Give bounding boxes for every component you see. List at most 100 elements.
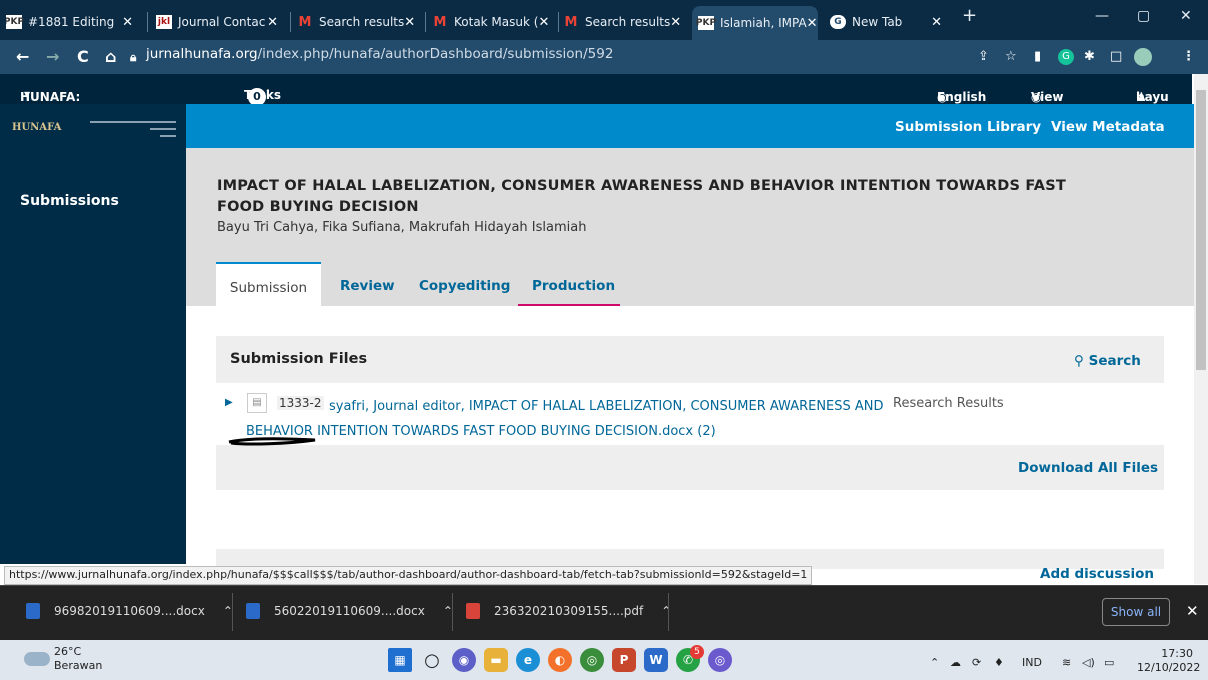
time: 17:30: [1161, 647, 1193, 660]
view-metadata-button[interactable]: View Metadata: [1051, 119, 1165, 135]
powerpoint-icon[interactable]: P: [612, 648, 636, 672]
gmail-icon: M: [298, 14, 312, 30]
browser-tab-label: Kotak Masuk (: [454, 15, 539, 29]
panel-title: Submission Files: [230, 351, 368, 367]
scrollbar-thumb[interactable]: [1196, 90, 1206, 370]
download-item-3[interactable]: 236320210309155....pdf ⌃: [466, 603, 671, 619]
redaction-scribble: [228, 437, 316, 446]
windows-start-icon[interactable]: ▦: [388, 648, 412, 672]
sync-icon[interactable]: ⟳: [972, 656, 981, 669]
browser-tab-label: Journal Contac: [178, 15, 266, 29]
browser-tab-2[interactable]: jkl Journal Contac ✕: [156, 7, 286, 37]
browser-tab-label: Search results: [319, 15, 405, 29]
download-item-2[interactable]: 56022019110609....docx ⌃: [246, 603, 453, 619]
username: bayu: [1136, 90, 1169, 104]
word-icon[interactable]: W: [644, 648, 668, 672]
chevron-up-icon[interactable]: ⌃: [661, 604, 671, 618]
security-icon[interactable]: ♦: [994, 656, 1004, 669]
journal-favicon-icon: jkl: [156, 15, 172, 29]
tab-copyediting[interactable]: Copyediting: [419, 262, 510, 306]
reload-icon[interactable]: C: [77, 47, 89, 66]
profile-avatar-icon[interactable]: [1134, 48, 1152, 66]
file-explorer-icon[interactable]: ▬: [484, 648, 508, 672]
battery-icon[interactable]: ▭: [1104, 656, 1114, 669]
search-icon[interactable]: ○: [420, 648, 444, 672]
edge-browser-icon[interactable]: e: [516, 648, 540, 672]
back-icon[interactable]: ←: [16, 47, 29, 66]
teams-chat-icon[interactable]: ◉: [452, 648, 476, 672]
forward-icon[interactable]: →: [46, 47, 59, 66]
file-id: 1333-2: [277, 396, 324, 410]
file-link[interactable]: syafri, Journal editor, IMPACT OF HALAL …: [246, 394, 886, 444]
logo-tagline-line: [160, 135, 176, 137]
browser-tab-3[interactable]: M Search results ✕: [297, 7, 422, 37]
close-icon[interactable]: ✕: [931, 15, 942, 30]
onedrive-icon[interactable]: ☁: [950, 656, 961, 669]
chrome-newtab-icon: G: [830, 15, 846, 29]
browser-tab-1[interactable]: PKP #1881 Editing ✕: [6, 7, 141, 37]
submission-library-button[interactable]: Submission Library: [895, 119, 1041, 135]
grammarly-extension-icon[interactable]: G: [1058, 49, 1074, 65]
close-icon[interactable]: ✕: [538, 15, 549, 30]
lock-icon[interactable]: 🔒︎: [130, 50, 136, 65]
close-icon[interactable]: ✕: [807, 16, 818, 31]
browser-tab-label: #1881 Editing: [28, 15, 115, 29]
weather-widget[interactable]: 26°C Berawan: [54, 645, 102, 673]
chrome-icon[interactable]: ◎: [580, 648, 604, 672]
url-domain: jurnalhunafa.org: [146, 46, 258, 62]
gmail-icon: M: [433, 14, 447, 30]
browser-tab-4[interactable]: M Kotak Masuk ( ✕: [432, 7, 554, 37]
side-panel-icon[interactable]: □: [1110, 49, 1122, 64]
weather-condition: Berawan: [54, 659, 103, 672]
expand-caret-icon[interactable]: ▶: [225, 397, 233, 408]
system-clock[interactable]: 17:30 12/10/2022: [1137, 647, 1200, 675]
close-icon[interactable]: ✕: [267, 15, 278, 30]
download-all-files-button[interactable]: Download All Files: [1018, 460, 1158, 476]
home-icon[interactable]: ⌂: [105, 47, 116, 66]
add-discussion-button[interactable]: Add discussion: [1040, 566, 1154, 582]
close-icon[interactable]: ✕: [670, 15, 681, 30]
show-all-downloads-button[interactable]: Show all: [1102, 598, 1170, 626]
minimize-icon[interactable]: —: [1095, 8, 1109, 24]
input-language[interactable]: IND: [1022, 656, 1042, 669]
close-downloads-icon[interactable]: ✕: [1186, 602, 1199, 620]
firefox-icon[interactable]: ◐: [548, 648, 572, 672]
browser-tab-7[interactable]: G New Tab ✕: [830, 7, 950, 37]
search-button[interactable]: ⚲ Search: [1074, 353, 1141, 369]
tab-submission[interactable]: Submission: [216, 262, 321, 306]
window-close-icon[interactable]: ✕: [1180, 8, 1192, 24]
new-tab-plus-icon[interactable]: +: [962, 5, 977, 26]
file-genre: Research Results: [893, 396, 1004, 411]
pkp-favicon-icon: PKP: [695, 16, 717, 30]
reading-mode-icon[interactable]: ▮: [1034, 49, 1041, 64]
page-title: IMPACT OF HALAL LABELIZATION, CONSUMER A…: [217, 178, 1066, 215]
browser-tab-6-active[interactable]: PKP Islamiah, IMPA ✕: [692, 6, 818, 40]
tab-production[interactable]: Production: [518, 262, 620, 306]
download-item-1[interactable]: 96982019110609....docx ⌃: [26, 603, 233, 619]
close-icon[interactable]: ✕: [404, 15, 415, 30]
gmail-icon: M: [564, 14, 578, 30]
link-status-tooltip: https://www.jurnalhunafa.org/index.php/h…: [4, 566, 813, 585]
logo-tagline-line: [90, 121, 176, 123]
share-icon[interactable]: ⇪: [978, 49, 989, 64]
close-icon[interactable]: ✕: [122, 15, 133, 30]
url-input[interactable]: jurnalhunafa.org/index.php/hunafa/author…: [146, 46, 613, 62]
word-file-icon: [26, 603, 40, 619]
tab-review[interactable]: Review: [340, 262, 395, 306]
chrome-profile-icon[interactable]: ◎: [708, 648, 732, 672]
word-file-icon: [246, 603, 260, 619]
pdf-file-icon: [466, 603, 480, 619]
sidebar-item-submissions[interactable]: Submissions: [20, 193, 119, 209]
cloud-weather-icon: [24, 652, 50, 666]
journal-logo[interactable]: HUNAFA: [12, 122, 61, 133]
volume-icon[interactable]: ◁): [1082, 656, 1095, 669]
browser-tab-5[interactable]: M Search results ✕: [563, 7, 689, 37]
search-icon: ⚲: [1074, 353, 1084, 369]
bookmark-star-icon[interactable]: ☆: [1005, 49, 1017, 64]
browser-menu-icon[interactable]: ⋮: [1182, 49, 1195, 64]
tray-overflow-icon[interactable]: ⌃: [930, 656, 939, 669]
pkp-favicon-icon: PKP: [6, 15, 25, 29]
wifi-icon[interactable]: ≋: [1062, 656, 1071, 669]
extensions-puzzle-icon[interactable]: ✱: [1084, 49, 1095, 64]
restore-icon[interactable]: ▢: [1137, 8, 1150, 24]
